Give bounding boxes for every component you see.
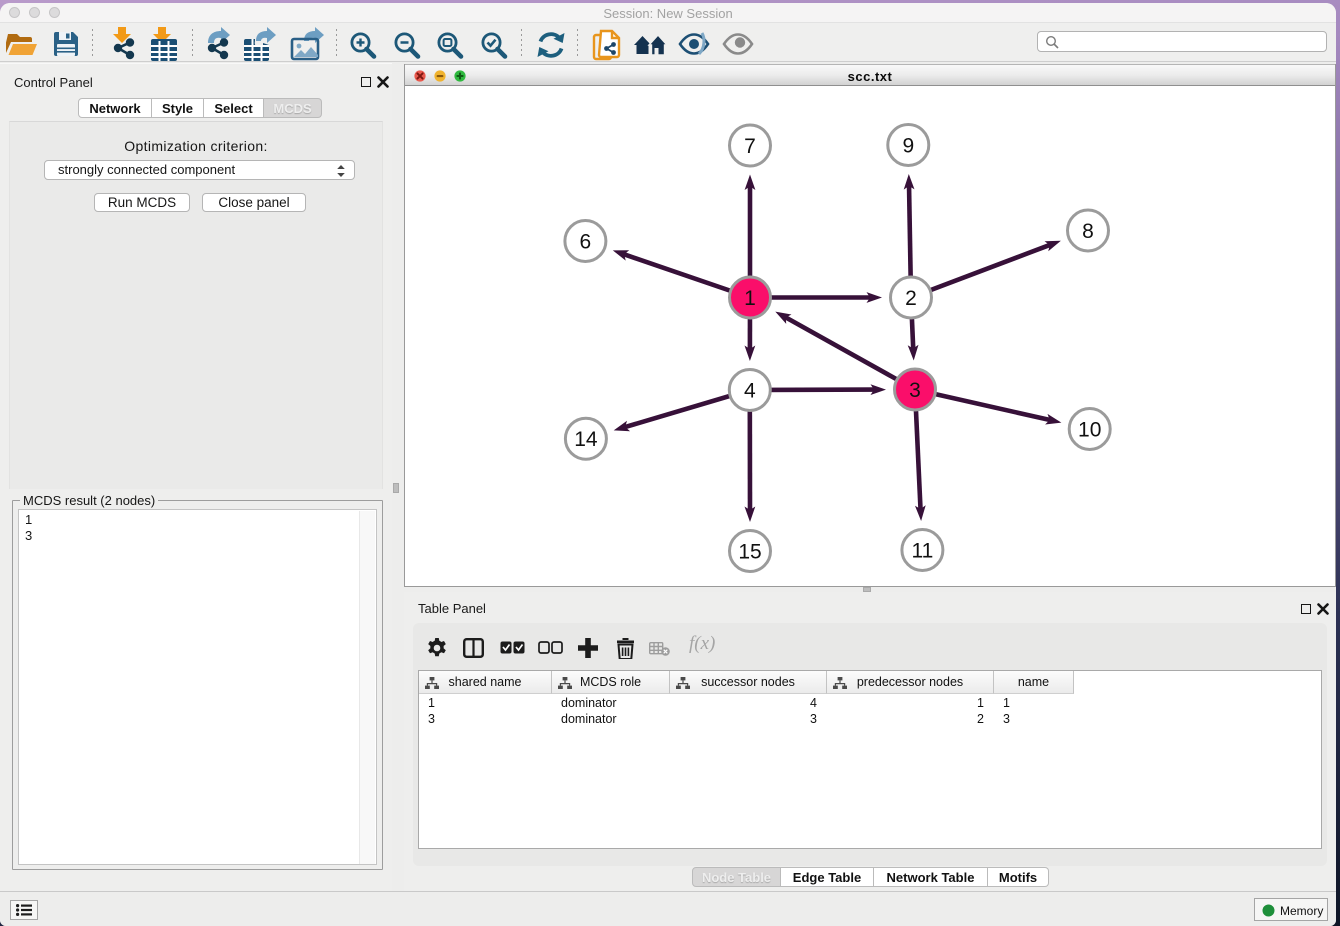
svg-text:7: 7: [744, 135, 756, 158]
svg-text:15: 15: [738, 541, 761, 564]
svg-text:8: 8: [1082, 220, 1094, 243]
svg-text:2: 2: [905, 287, 917, 310]
svg-text:11: 11: [911, 540, 933, 563]
svg-text:14: 14: [574, 428, 598, 451]
svg-text:1: 1: [744, 287, 756, 310]
svg-text:4: 4: [744, 380, 756, 403]
svg-text:10: 10: [1078, 419, 1101, 442]
svg-text:3: 3: [909, 379, 921, 402]
svg-text:9: 9: [902, 135, 914, 158]
svg-text:6: 6: [580, 231, 592, 254]
